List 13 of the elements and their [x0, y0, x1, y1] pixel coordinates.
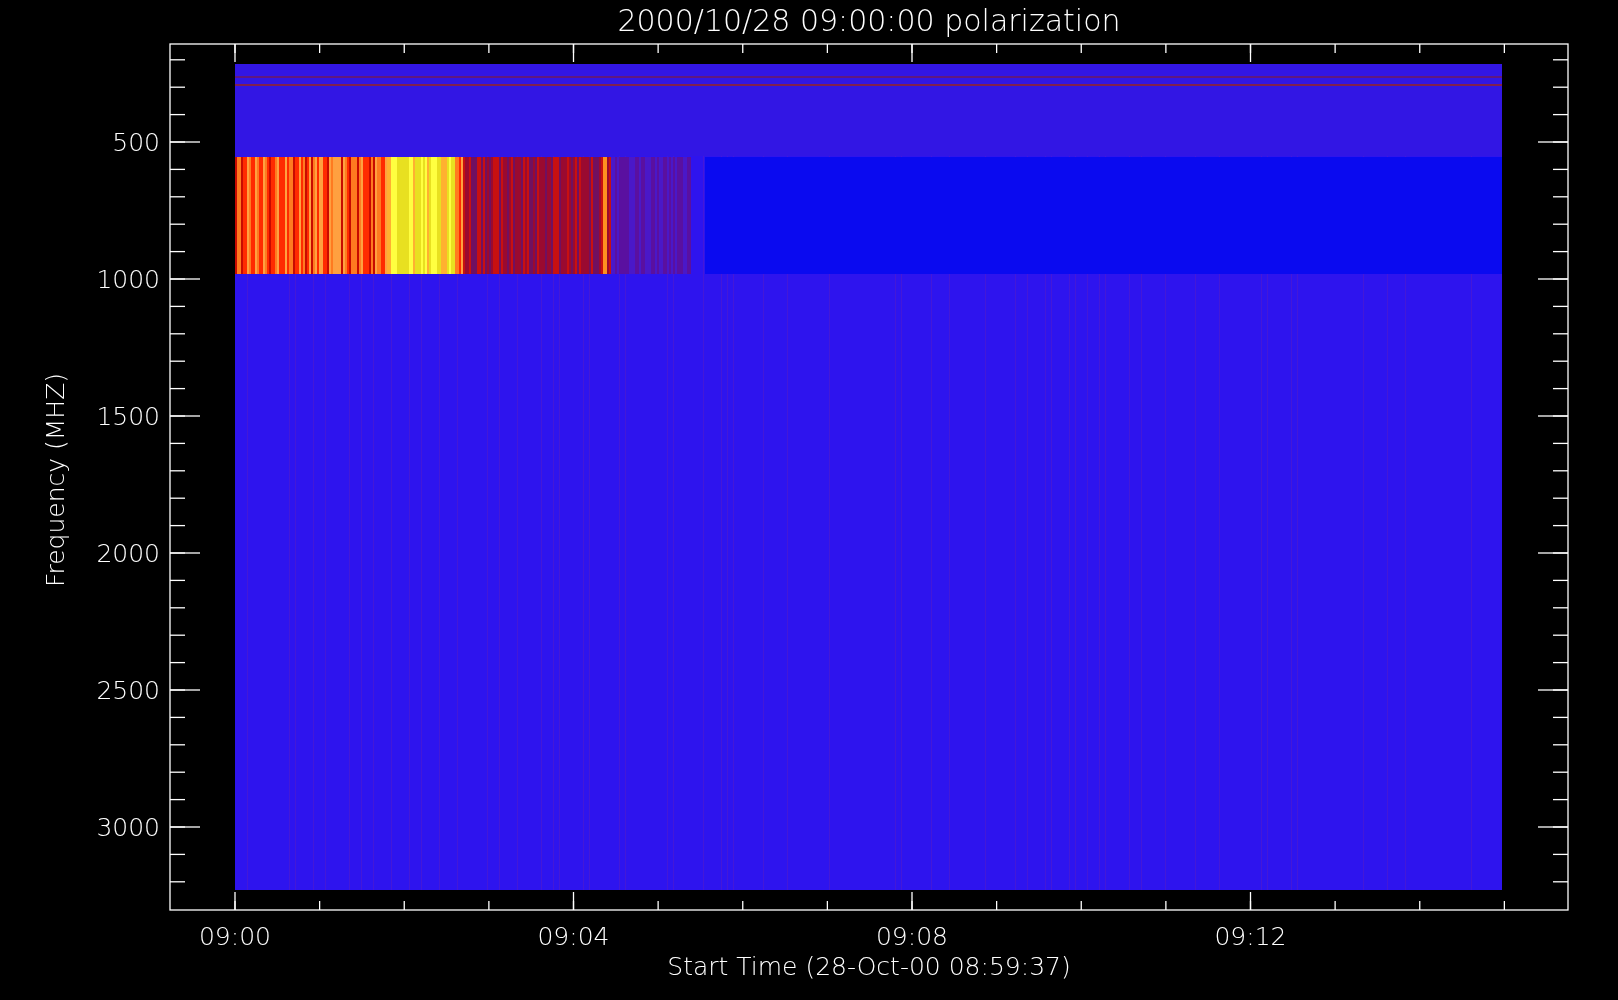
y-tick-label: 1000: [96, 265, 160, 294]
plot-title: 2000/10/28 09:00:00 polarization: [617, 3, 1121, 38]
x-tick-label: 09:04: [537, 922, 610, 951]
y-tick-label: 2000: [96, 539, 160, 568]
x-axis-label: Start Time (28-Oct-00 08:59:37): [667, 952, 1071, 981]
y-tick-label: 3000: [96, 813, 160, 842]
x-tick-label: 09:00: [199, 922, 271, 951]
x-tick-label: 09:08: [876, 922, 948, 951]
y-tick-label: 2500: [96, 676, 160, 705]
y-tick-label: 1500: [96, 402, 160, 431]
y-axis-label: Frequency (MHZ): [41, 372, 70, 588]
x-tick-label: 09:12: [1214, 922, 1287, 951]
y-tick-label: 500: [112, 128, 160, 157]
